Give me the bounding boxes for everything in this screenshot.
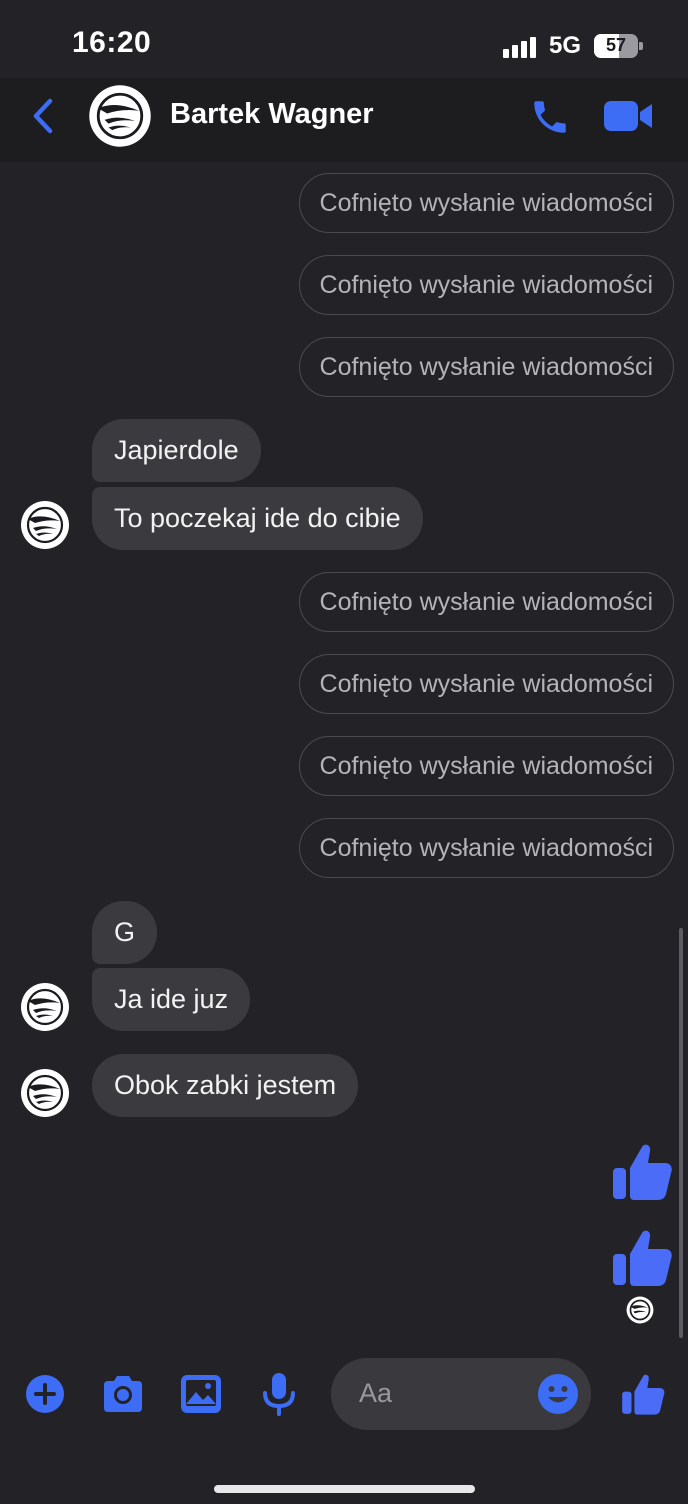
camera-icon[interactable]: [99, 1370, 147, 1418]
back-chevron-icon[interactable]: [24, 96, 64, 136]
battery-tip: [639, 42, 643, 50]
thumbs-up-icon[interactable]: [610, 1224, 674, 1288]
sender-avatar[interactable]: [20, 500, 70, 550]
unsent-message-notice: Cofnięto wysłanie wiadomości: [298, 654, 674, 714]
unsent-message-notice: Cofnięto wysłanie wiadomości: [298, 572, 674, 632]
phone-icon[interactable]: [528, 96, 572, 138]
thumbs-up-icon[interactable]: [620, 1370, 668, 1418]
unsent-message-notice: Cofnięto wysłanie wiadomości: [298, 818, 674, 878]
incoming-message-bubble[interactable]: Obok zabki jestem: [92, 1054, 359, 1117]
plus-circle-icon[interactable]: [21, 1370, 69, 1418]
unsent-message-notice: Cofnięto wysłanie wiadomości: [298, 173, 674, 233]
sender-avatar[interactable]: [20, 982, 70, 1032]
video-camera-icon[interactable]: [602, 98, 654, 134]
unsent-message-notice: Cofnięto wysłanie wiadomości: [298, 337, 674, 397]
unsent-message-notice: Cofnięto wysłanie wiadomości: [298, 255, 674, 315]
microphone-icon[interactable]: [255, 1370, 303, 1418]
message-input[interactable]: Aa: [331, 1358, 591, 1430]
contact-name[interactable]: Bartek Wagner: [170, 98, 374, 131]
contact-avatar[interactable]: [88, 84, 152, 148]
thumbs-up-icon[interactable]: [610, 1138, 674, 1202]
status-time: 16:20: [72, 26, 152, 59]
incoming-message-bubble[interactable]: G: [92, 901, 158, 964]
emoji-icon[interactable]: [537, 1373, 579, 1415]
seen-avatar: [626, 1296, 654, 1324]
sender-avatar[interactable]: [20, 1068, 70, 1118]
battery-percentage: 57: [605, 35, 627, 55]
image-icon[interactable]: [177, 1370, 225, 1418]
home-indicator[interactable]: [214, 1485, 475, 1493]
network-type: 5G: [549, 32, 582, 59]
scrollbar[interactable]: [679, 928, 683, 1338]
incoming-message-bubble[interactable]: Japierdole: [92, 419, 261, 482]
incoming-message-bubble[interactable]: To poczekaj ide do cibie: [92, 487, 423, 550]
unsent-message-notice: Cofnięto wysłanie wiadomości: [298, 736, 674, 796]
incoming-message-bubble[interactable]: Ja ide juz: [92, 968, 251, 1031]
battery-icon: 57: [594, 34, 638, 58]
message-input-placeholder: Aa: [359, 1378, 393, 1408]
signal-strength-icon: [503, 36, 539, 58]
